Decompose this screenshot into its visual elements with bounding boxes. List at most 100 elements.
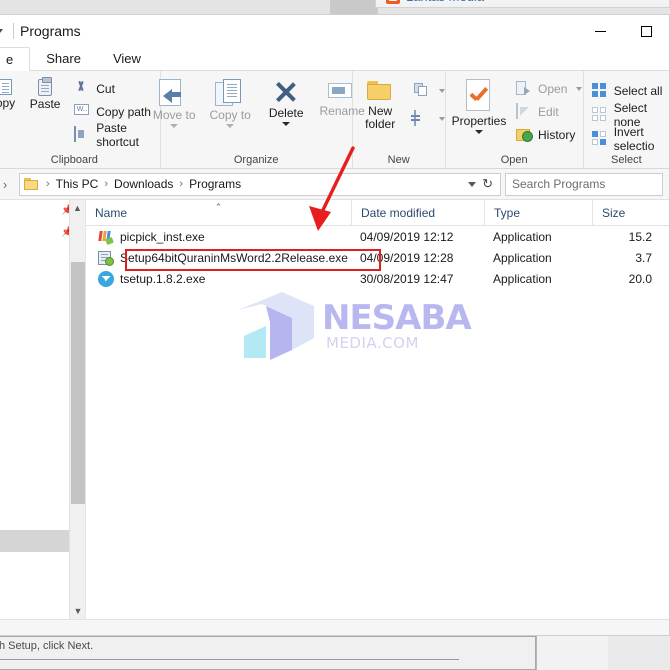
folder-icon bbox=[24, 177, 39, 191]
delete-label: Delete bbox=[268, 106, 304, 120]
picpick-app-icon bbox=[98, 229, 114, 245]
sort-ascending-icon: ⌃ bbox=[214, 201, 223, 212]
navigation-pane: ents 📌 s 📌 HAALLAH e bbox=[0, 200, 86, 619]
telegram-app-icon bbox=[98, 270, 114, 287]
column-header-type[interactable]: Type bbox=[484, 199, 592, 226]
open-button[interactable]: Open bbox=[516, 79, 583, 99]
column-header-size[interactable]: Size bbox=[592, 199, 654, 226]
file-name-cell[interactable]: tsetup.1.8.2.exe bbox=[86, 270, 351, 287]
breadcrumb-downloads[interactable]: Downloads bbox=[114, 177, 173, 191]
column-header-name-label: Name bbox=[95, 205, 128, 220]
new-item-button[interactable] bbox=[414, 81, 446, 101]
background-setup-right bbox=[536, 636, 608, 670]
file-name-cell[interactable]: Setup64bitQuraninMsWord2.2Release.exe bbox=[86, 250, 351, 266]
column-header-date-modified[interactable]: Date modified bbox=[351, 199, 484, 226]
file-date-cell: 04/09/2019 12:12 bbox=[360, 229, 454, 244]
copy-icon bbox=[0, 79, 12, 95]
forward-button[interactable]: › bbox=[0, 173, 15, 195]
tab-share-label: Share bbox=[46, 51, 81, 66]
easy-access-button[interactable] bbox=[414, 109, 446, 129]
tab-home[interactable]: e bbox=[0, 47, 31, 71]
maximize-icon bbox=[640, 25, 652, 37]
copy-path-icon: W... bbox=[74, 104, 90, 115]
move-to-caret-icon[interactable] bbox=[170, 124, 179, 128]
invert-selection-icon bbox=[591, 131, 608, 147]
breadcrumb-this-pc[interactable]: This PC bbox=[56, 177, 99, 191]
search-input[interactable]: Search Programs bbox=[512, 177, 605, 191]
chevron-down-icon[interactable] bbox=[468, 181, 477, 187]
file-explorer-window: Programs e Share View py Paste Cut W... … bbox=[0, 14, 670, 636]
open-small-buttons: Open Edit History bbox=[510, 75, 586, 145]
select-all-icon bbox=[591, 83, 608, 99]
column-header-row: Name ⌃ Date modified Type Size bbox=[86, 199, 669, 226]
column-header-type-label: Type bbox=[494, 205, 521, 220]
invert-selection-button[interactable]: Invert selectio bbox=[591, 125, 665, 153]
select-all-label: Select all bbox=[613, 84, 663, 98]
table-row[interactable]: Setup64bitQuraninMsWord2.2Release.exe 04… bbox=[86, 247, 669, 268]
quick-access-toolbar bbox=[0, 23, 18, 39]
properties-caret-icon[interactable] bbox=[475, 130, 484, 134]
new-folder-button[interactable]: New folder bbox=[352, 75, 408, 131]
screen-root: Lantas Media h Setup, click Next. Progra… bbox=[0, 0, 670, 670]
open-group-label: Open bbox=[500, 154, 528, 166]
file-name-label: tsetup.1.8.2.exe bbox=[120, 271, 206, 286]
background-setup-rule bbox=[0, 659, 459, 660]
open-caret-icon[interactable] bbox=[576, 87, 583, 91]
scroll-up-icon[interactable]: ▲ bbox=[70, 200, 85, 216]
refresh-icon[interactable]: ↻ bbox=[482, 176, 493, 192]
easy-access-icon bbox=[414, 110, 417, 126]
table-row[interactable]: tsetup.1.8.2.exe 30/08/2019 12:47 Applic… bbox=[86, 268, 669, 289]
select-none-button[interactable]: Select none bbox=[591, 101, 665, 129]
maximize-button[interactable] bbox=[623, 15, 669, 47]
tab-view[interactable]: View bbox=[97, 47, 157, 70]
delete-button[interactable]: Delete bbox=[258, 75, 314, 126]
file-size-cell: 20.0 bbox=[628, 271, 652, 286]
ribbon-tab-strip: e Share View bbox=[0, 47, 669, 71]
column-header-name[interactable]: Name ⌃ bbox=[86, 200, 351, 226]
ribbon-group-organize: Move to Copy to Delete Rename Organize bbox=[153, 71, 365, 168]
select-all-button[interactable]: Select all bbox=[591, 81, 665, 101]
ribbon-group-clipboard: opy Paste Cut W... Copy path bbox=[0, 71, 161, 168]
copy-to-label: Copy to bbox=[209, 108, 251, 122]
minimize-icon bbox=[594, 30, 606, 32]
properties-button[interactable]: Properties bbox=[448, 75, 510, 134]
scissors-icon bbox=[74, 81, 90, 97]
new-folder-icon bbox=[366, 79, 394, 103]
tab-share[interactable]: Share bbox=[30, 47, 97, 70]
invert-selection-label: Invert selectio bbox=[613, 125, 655, 153]
nav-scrollbar[interactable]: ▲ ▼ bbox=[69, 200, 85, 619]
edit-button[interactable]: Edit bbox=[516, 102, 582, 122]
breadcrumb-separator-2: › bbox=[179, 178, 184, 190]
status-bar bbox=[0, 619, 669, 635]
file-name-cell[interactable]: picpick_inst.exe bbox=[86, 229, 351, 245]
select-none-icon bbox=[591, 107, 608, 123]
paste-icon bbox=[38, 77, 53, 96]
copy-to-button[interactable]: Copy to bbox=[202, 75, 258, 128]
search-box[interactable]: Search Programs bbox=[505, 172, 663, 196]
file-name-label: picpick_inst.exe bbox=[120, 229, 205, 244]
paste-button[interactable]: Paste bbox=[22, 75, 68, 111]
minimize-button[interactable] bbox=[577, 15, 623, 47]
file-size-cell: 15.2 bbox=[628, 229, 652, 244]
background-browser-tab[interactable]: Lantas Media bbox=[375, 0, 670, 8]
chevron-down-icon[interactable] bbox=[0, 29, 3, 33]
breadcrumb-programs[interactable]: Programs bbox=[189, 177, 241, 191]
scrollbar-thumb[interactable] bbox=[71, 262, 85, 504]
copy-button[interactable]: opy bbox=[0, 75, 22, 110]
copy-to-caret-icon[interactable] bbox=[226, 124, 235, 128]
scroll-down-icon[interactable]: ▼ bbox=[70, 603, 85, 619]
file-type-cell: Application bbox=[493, 250, 552, 265]
address-bar[interactable]: › This PC › Downloads › Programs ↻ bbox=[19, 172, 501, 196]
clipboard-group-label: Clipboard bbox=[50, 154, 98, 166]
edit-label: Edit bbox=[538, 105, 559, 119]
tab-home-label: e bbox=[6, 51, 14, 67]
title-bar: Programs bbox=[0, 15, 669, 47]
history-button[interactable]: History bbox=[516, 125, 582, 145]
favicon-icon bbox=[386, 0, 400, 4]
move-to-button[interactable]: Move to bbox=[146, 75, 202, 128]
paste-label: Paste bbox=[29, 97, 61, 111]
window-controls bbox=[577, 15, 669, 47]
table-row[interactable]: picpick_inst.exe 04/09/2019 12:12 Applic… bbox=[86, 226, 669, 247]
delete-icon bbox=[273, 79, 299, 105]
delete-caret-icon[interactable] bbox=[282, 122, 291, 126]
